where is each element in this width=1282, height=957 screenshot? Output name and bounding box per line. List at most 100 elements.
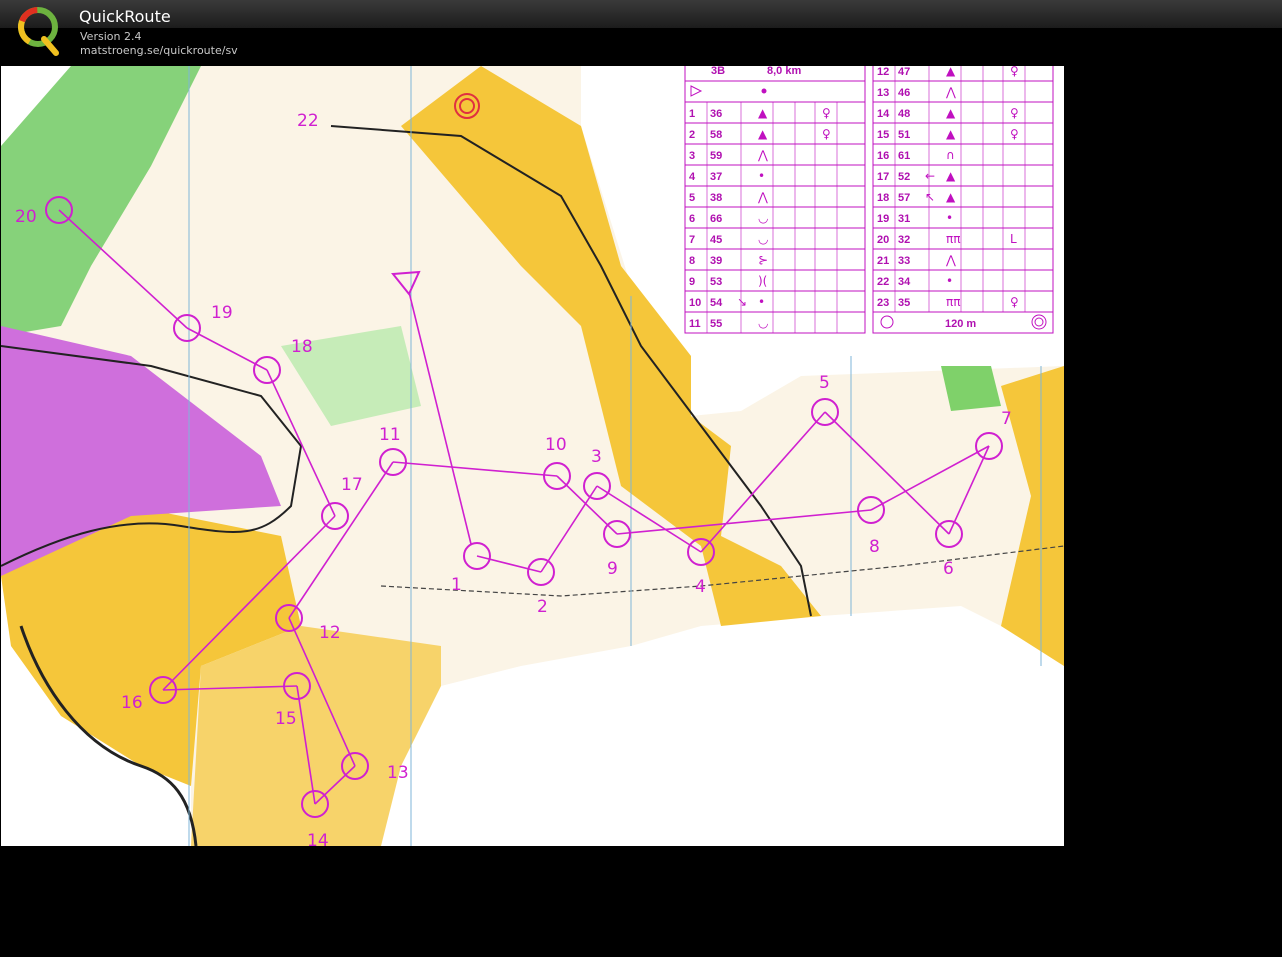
control-label: 22 xyxy=(297,111,319,131)
control-label: 11 xyxy=(379,425,401,445)
control-label: 20 xyxy=(15,207,37,227)
description-extra-symbol: ↘ xyxy=(737,295,747,309)
description-control-number: 19 xyxy=(877,213,889,225)
description-extra-symbol: ♀ xyxy=(1010,106,1019,120)
map-green-patch-2 xyxy=(941,366,1001,411)
description-extra-symbol: ← xyxy=(925,169,935,183)
app-version: Version 2.4 xyxy=(80,30,142,43)
control-label: 2 xyxy=(537,597,548,617)
description-control-code: 46 xyxy=(898,87,910,99)
description-feature-symbol: ⋀ xyxy=(945,85,956,99)
description-control-number: 21 xyxy=(877,255,889,267)
description-control-code: 39 xyxy=(710,255,722,267)
description-control-code: 66 xyxy=(710,213,722,225)
description-feature-symbol: ▲ xyxy=(758,106,768,120)
control-label: 9 xyxy=(607,559,618,579)
control-label: 19 xyxy=(211,303,233,323)
description-extra-symbol: ♀ xyxy=(1010,295,1019,309)
finish-distance: 120 m xyxy=(945,318,976,330)
description-control-number: 6 xyxy=(689,213,695,225)
description-control-number: 2 xyxy=(689,129,695,141)
description-control-code: 33 xyxy=(898,255,910,267)
description-feature-symbol: • xyxy=(946,274,953,288)
app-url[interactable]: matstroeng.se/quickroute/sv xyxy=(80,44,238,57)
description-control-number: 22 xyxy=(877,276,889,288)
description-control-code: 35 xyxy=(898,297,910,309)
description-control-code: 31 xyxy=(898,213,910,225)
description-extra-symbol: ♀ xyxy=(1010,66,1019,78)
control-label: 13 xyxy=(387,763,409,783)
description-control-code: 57 xyxy=(898,192,910,204)
description-extra-symbol: ↖ xyxy=(925,190,935,204)
description-control-code: 48 xyxy=(898,108,910,120)
description-control-number: 23 xyxy=(877,297,889,309)
description-control-number: 4 xyxy=(689,171,696,183)
start-dot-icon xyxy=(761,88,767,94)
control-label: 7 xyxy=(1001,409,1012,429)
app-title: QuickRoute xyxy=(79,7,171,26)
description-feature-symbol: • xyxy=(946,211,953,225)
description-control-code: 53 xyxy=(710,276,722,288)
description-control-code: 61 xyxy=(898,150,910,162)
description-feature-symbol: ⋀ xyxy=(757,148,768,162)
description-control-number: 9 xyxy=(689,276,695,288)
description-class: 3B xyxy=(711,66,725,77)
description-control-number: 11 xyxy=(689,318,701,330)
map-yellow-area-south xyxy=(191,626,441,846)
description-control-number: 15 xyxy=(877,129,889,141)
description-control-code: 54 xyxy=(710,297,723,309)
description-control-code: 52 xyxy=(898,171,910,183)
description-control-number: 10 xyxy=(689,297,701,309)
description-control-number: 18 xyxy=(877,192,889,204)
control-label: 3 xyxy=(591,447,602,467)
control-label: 4 xyxy=(695,577,706,597)
description-control-code: 59 xyxy=(710,150,722,162)
description-control-code: 58 xyxy=(710,129,722,141)
description-extra-symbol: ♀ xyxy=(822,106,831,120)
control-label: 16 xyxy=(121,693,143,713)
control-label: 17 xyxy=(341,475,363,495)
orienteering-map[interactable]: 123456789101112131415161718192022 3B 8,0 … xyxy=(1,66,1064,846)
description-control-number: 7 xyxy=(689,234,695,246)
description-feature-symbol: ⋀ xyxy=(757,190,768,204)
description-feature-symbol: ◡ xyxy=(758,232,768,246)
description-length: 8,0 km xyxy=(767,66,801,77)
control-label: 6 xyxy=(943,559,954,579)
description-feature-symbol: • xyxy=(758,169,765,183)
description-control-number: 16 xyxy=(877,150,889,162)
description-extra-symbol: L xyxy=(1010,232,1017,246)
description-control-number: 3 xyxy=(689,150,695,162)
control-label: 12 xyxy=(319,623,341,643)
description-control-code: 32 xyxy=(898,234,910,246)
description-control-code: 34 xyxy=(898,276,911,288)
description-control-number: 13 xyxy=(877,87,889,99)
description-feature-symbol: ◡ xyxy=(758,211,768,225)
description-control-code: 38 xyxy=(710,192,722,204)
control-label: 10 xyxy=(545,435,567,455)
description-feature-symbol: ππ xyxy=(946,295,960,309)
description-extra-symbol: ♀ xyxy=(1010,127,1019,141)
description-control-number: 14 xyxy=(877,108,890,120)
description-feature-symbol: ππ xyxy=(946,232,960,246)
description-feature-symbol: ◡ xyxy=(758,316,768,330)
title-bar xyxy=(0,0,1282,28)
description-feature-symbol: ∩ xyxy=(946,148,955,162)
description-control-code: 37 xyxy=(710,171,722,183)
description-control-number: 5 xyxy=(689,192,695,204)
control-description-sheet: 3B 8,0 km1 36 ▲ ♀2 58 ▲ ♀3 59 ⋀4 37 •5 38 ⋀6 66 ◡7 45 ◡8 3… xyxy=(683,66,1055,335)
description-feature-symbol: ▲ xyxy=(946,190,956,204)
description-feature-symbol: ▲ xyxy=(946,127,956,141)
description-feature-symbol: )( xyxy=(758,274,767,288)
description-feature-symbol: ⋀ xyxy=(945,253,956,267)
control-label: 15 xyxy=(275,709,297,729)
control-label: 1 xyxy=(451,575,462,595)
description-feature-symbol: • xyxy=(758,295,765,309)
description-feature-symbol: ▲ xyxy=(946,66,956,78)
description-feature-symbol: ▲ xyxy=(946,169,956,183)
description-control-code: 47 xyxy=(898,66,910,78)
description-control-code: 51 xyxy=(898,129,910,141)
description-control-code: 55 xyxy=(710,318,722,330)
map-canvas[interactable]: 1 2 3 4 5 6 7 8 9 10 11 12 13 14 15 16 17 18 19 20 22 3B 8,0 … xyxy=(1,66,1064,846)
control-label: 8 xyxy=(869,537,880,557)
quickroute-logo-icon xyxy=(18,7,59,56)
